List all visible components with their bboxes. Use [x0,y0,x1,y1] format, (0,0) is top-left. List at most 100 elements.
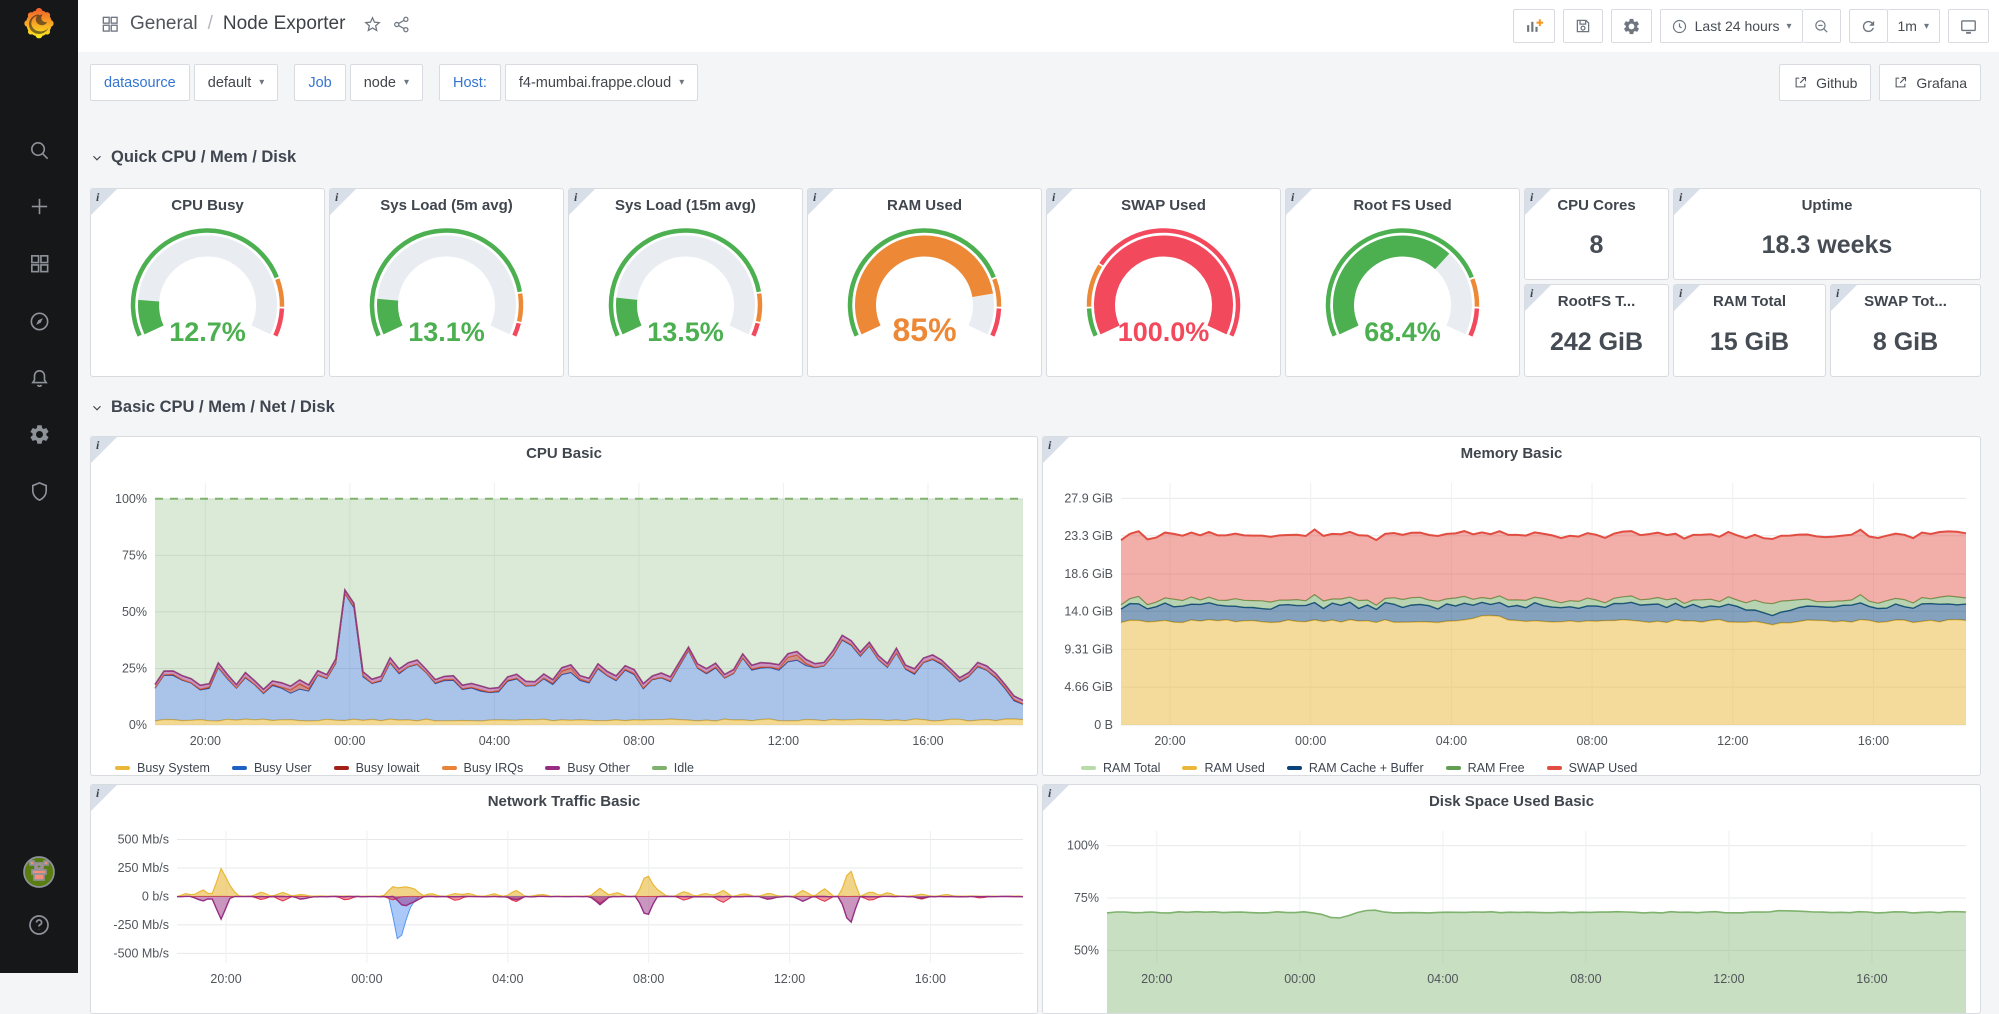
plus-icon[interactable] [0,184,78,228]
dashboard-settings-button[interactable] [1611,9,1652,43]
legend-swatch [232,766,247,770]
stat-panel-cpu-cores: iCPU Cores8 [1524,188,1669,280]
legend-item[interactable]: Busy IRQs [442,761,524,775]
refresh-button[interactable] [1849,9,1888,43]
variable-value-dropdown[interactable]: f4-mumbai.frappe.cloud▾ [505,64,698,101]
legend-swatch [1081,766,1096,770]
panel-title[interactable]: CPU Cores [1525,197,1668,214]
x-axis-tick: 04:00 [479,734,510,748]
variable-value-dropdown[interactable]: default▾ [194,64,279,101]
dashboard-title[interactable]: Node Exporter [223,13,346,35]
gauge-value: 13.1% [408,317,485,347]
legend-item[interactable]: RAM Total [1081,761,1160,775]
legend-label: Busy Iowait [356,761,420,775]
panel-title[interactable]: RAM Total [1674,293,1825,310]
shield-icon[interactable] [0,469,78,513]
save-dashboard-button[interactable] [1563,9,1603,43]
legend-item[interactable]: Busy System [115,761,210,775]
x-axis-tick: 00:00 [1295,734,1326,748]
search-icon[interactable] [0,128,78,172]
x-axis-tick: 00:00 [334,734,365,748]
x-axis-tick: 04:00 [1436,734,1467,748]
refresh-interval-picker[interactable]: 1m ▾ [1888,9,1940,43]
panel-title[interactable]: Sys Load (5m avg) [330,197,563,214]
stat-value: 8 GiB [1831,328,1980,357]
legend-label: Idle [674,761,694,775]
legend-item[interactable]: RAM Cache + Buffer [1287,761,1424,775]
time-range-picker[interactable]: Last 24 hours ▾ [1660,9,1803,43]
chevron-down-icon [90,401,104,415]
x-axis-tick: 16:00 [1856,972,1887,986]
gauge-value: 85% [892,312,956,348]
y-axis-tick: 50% [1074,943,1099,957]
add-panel-button[interactable] [1513,9,1555,43]
legend-swatch [442,766,457,770]
legend-item[interactable]: SWAP Used [1547,761,1638,775]
stat-value: 8 [1525,231,1668,260]
dashboard-toolbar: Last 24 hours ▾ 1m ▾ [1513,9,1989,43]
x-axis-tick: 16:00 [912,734,943,748]
help-icon[interactable] [0,903,78,947]
panel-title[interactable]: Root FS Used [1286,197,1519,214]
gauge-value: 12.7% [169,317,246,347]
stat-value: 242 GiB [1525,328,1668,357]
refresh-interval-label: 1m [1898,18,1917,34]
star-icon[interactable] [363,15,382,34]
panel-title[interactable]: SWAP Used [1047,197,1280,214]
x-axis-tick: 00:00 [1284,972,1315,986]
panel-title[interactable]: Uptime [1674,197,1980,214]
legend-item[interactable]: RAM Used [1182,761,1264,775]
gauge-panel-sys-load-15m-avg-: iSys Load (15m avg)13.5% [568,188,803,377]
legend-item[interactable]: Busy Iowait [334,761,420,775]
legend-swatch [545,766,560,770]
explore-compass-icon[interactable] [0,299,78,343]
legend-label: Busy System [137,761,210,775]
legend-item[interactable]: RAM Free [1446,761,1525,775]
top-navbar: General / Node Exporter Last 24 hours ▾ [78,0,1999,52]
template-variables: datasource default▾ Job node▾ Host: f4-m… [90,64,698,101]
legend-label: RAM Total [1103,761,1160,775]
y-axis-tick: 100% [115,492,147,506]
legend-item[interactable]: Busy Other [545,761,630,775]
row-header-quick[interactable]: Quick CPU / Mem / Disk [90,148,296,167]
settings-gear-icon[interactable] [0,412,78,456]
panel-title[interactable]: CPU Busy [91,197,324,214]
x-axis-tick: 16:00 [915,972,946,986]
zoom-out-button[interactable] [1803,9,1841,43]
y-axis-tick: 75% [122,548,147,562]
chevron-down-icon: ▾ [404,77,409,88]
github-link-button[interactable]: Github [1779,64,1871,101]
breadcrumb: General / Node Exporter [100,13,411,35]
panel-title[interactable]: RAM Used [808,197,1041,214]
kiosk-mode-button[interactable] [1948,9,1989,43]
chevron-down-icon: ▾ [259,77,264,88]
row-header-basic[interactable]: Basic CPU / Mem / Net / Disk [90,398,335,417]
dashboards-icon[interactable] [0,241,78,285]
breadcrumb-folder[interactable]: General [130,13,198,35]
variable-label: Host: [439,64,501,101]
variable-value-dropdown[interactable]: node▾ [350,64,423,101]
grafana-link-button[interactable]: Grafana [1879,64,1981,101]
legend-item[interactable]: Busy User [232,761,312,775]
panel-title[interactable]: SWAP Tot... [1831,293,1980,310]
legend-swatch [652,766,667,770]
grafana-logo[interactable] [19,6,59,46]
legend-swatch [115,766,130,770]
legend-swatch [334,766,349,770]
variable-host: Host: f4-mumbai.frappe.cloud▾ [439,64,698,101]
y-axis-tick: 75% [1074,891,1099,905]
x-axis-tick: 12:00 [774,972,805,986]
user-avatar[interactable] [0,850,78,894]
gauge-panel-ram-used: iRAM Used85% [807,188,1042,377]
panel-title[interactable]: RootFS T... [1525,293,1668,310]
panel-title[interactable]: Sys Load (15m avg) [569,197,802,214]
stat-value: 18.3 weeks [1674,231,1980,260]
chart-panel-cpu-basic: iCPU Basic0%25%50%75%100%20:0000:0004:00… [90,436,1038,776]
legend-item[interactable]: Idle [652,761,694,775]
x-axis-tick: 08:00 [633,972,664,986]
alerting-bell-icon[interactable] [0,356,78,400]
y-axis-tick: 250 Mb/s [118,861,169,875]
x-axis-tick: 12:00 [768,734,799,748]
legend-swatch [1446,766,1461,770]
share-icon[interactable] [392,15,411,34]
